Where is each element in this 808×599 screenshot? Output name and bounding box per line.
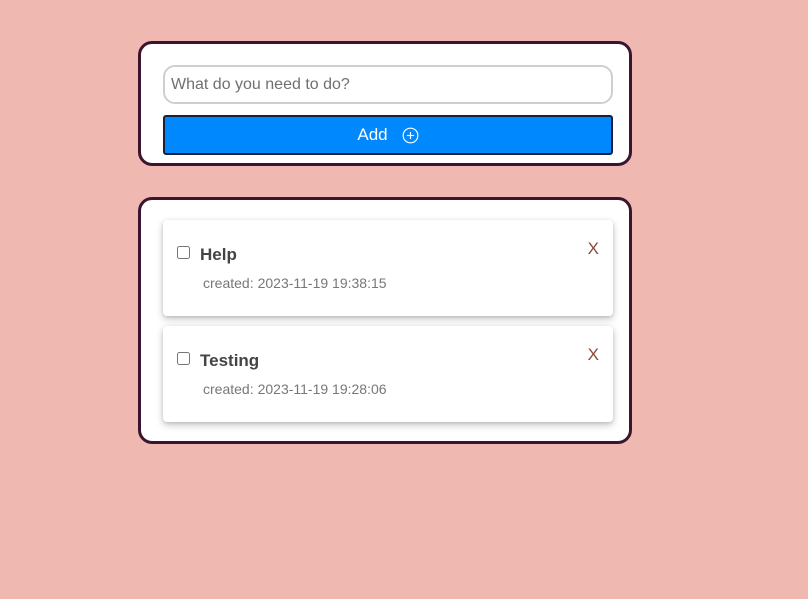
todo-created: created: 2023-11-19 19:38:15 xyxy=(203,275,387,291)
todo-created: created: 2023-11-19 19:28:06 xyxy=(203,381,387,397)
delete-todo-button[interactable]: X xyxy=(588,345,599,365)
add-button[interactable]: Add xyxy=(163,115,613,155)
plus-circle-icon xyxy=(402,127,419,143)
todo-title: Testing xyxy=(200,351,260,370)
todo-created-prefix: created: xyxy=(203,275,254,291)
todo-created-timestamp: 2023-11-19 19:38:15 xyxy=(257,275,387,291)
add-button-label: Add xyxy=(357,125,388,144)
todo-input[interactable] xyxy=(163,65,613,104)
todo-checkbox[interactable] xyxy=(177,352,190,365)
todo-list-panel: Help created: 2023-11-19 19:38:15 X Testi… xyxy=(138,197,632,444)
todo-title: Help xyxy=(200,245,237,264)
todo-created-timestamp: 2023-11-19 19:28:06 xyxy=(257,381,387,397)
todo-item: Testing created: 2023-11-19 19:28:06 X xyxy=(163,326,613,422)
todo-created-prefix: created: xyxy=(203,381,254,397)
todo-checkbox[interactable] xyxy=(177,246,190,259)
todo-item: Help created: 2023-11-19 19:38:15 X xyxy=(163,220,613,316)
delete-todo-button[interactable]: X xyxy=(588,239,599,259)
add-todo-panel: Add xyxy=(138,41,632,166)
